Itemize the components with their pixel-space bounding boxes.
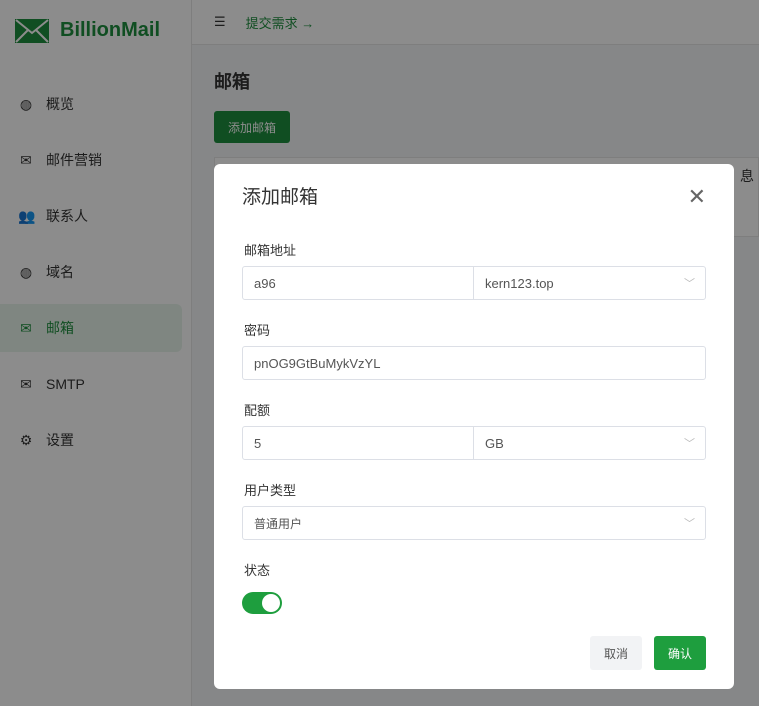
user-type-label: 用户类型 [244,483,297,498]
email-domain-value: kern123.top [485,275,554,291]
quota-unit-value: GB [485,435,504,451]
email-user-value: a96 [254,275,276,291]
add-mailbox-dialog: 添加邮箱 ✕ 邮箱地址 a96 kern123.top ﹀ 密码 pnOG9GtB… [214,164,734,689]
quota-value: 5 [254,435,262,451]
cancel-button[interactable]: 取消 [590,636,642,670]
quota-label: 配额 [244,403,271,418]
toggle-knob [262,594,280,612]
chevron-down-icon: ﹀ [684,278,695,290]
confirm-button[interactable]: 确认 [654,636,706,670]
user-type-select[interactable]: 普通用户 ﹀ [242,506,706,540]
status-toggle[interactable] [242,592,282,614]
dialog-title: 添加邮箱 [242,187,319,208]
email-field: a96 kern123.top ﹀ [242,266,706,300]
email-domain-select[interactable]: kern123.top ﹀ [474,267,705,299]
quota-unit-select[interactable]: GB ﹀ [474,427,705,459]
password-value: pnOG9GtBuMykVzYL [254,355,381,371]
email-label: 邮箱地址 [244,243,297,258]
user-type-value: 普通用户 [254,516,303,531]
chevron-down-icon: ﹀ [684,438,695,450]
close-icon[interactable]: ✕ [688,184,706,210]
password-input[interactable]: pnOG9GtBuMykVzYL [242,346,706,380]
status-label: 状态 [244,563,271,578]
quota-input[interactable]: 5 [243,427,474,459]
chevron-down-icon: ﹀ [684,518,695,530]
quota-field: 5 GB ﹀ [242,426,706,460]
email-user-input[interactable]: a96 [243,267,474,299]
password-label: 密码 [244,323,271,338]
